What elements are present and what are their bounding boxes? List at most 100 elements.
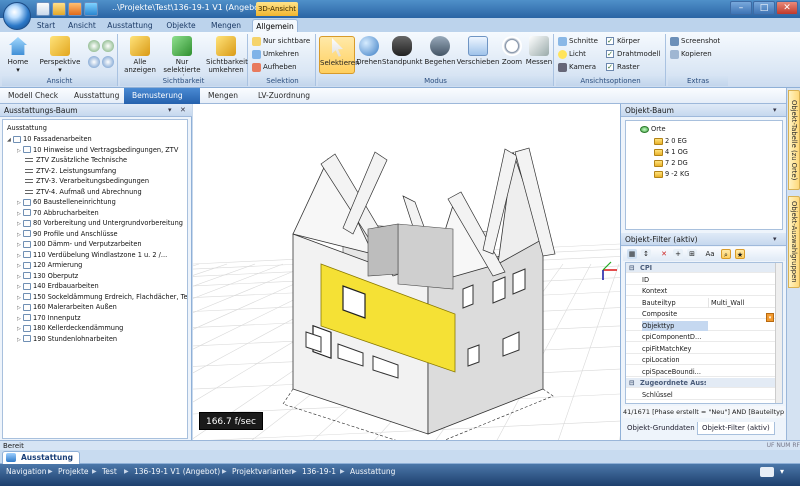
dropdown-icon[interactable]: ▾: [766, 313, 774, 322]
alle-anzeigen-button[interactable]: Alle anzeigen: [122, 36, 158, 74]
property-row[interactable]: Composite: [626, 309, 776, 319]
step-bemusterung[interactable]: Bemusterung: [124, 88, 200, 104]
begehen-button[interactable]: Begehen: [424, 36, 456, 66]
tab-ansicht[interactable]: Ansicht: [64, 19, 100, 32]
3d-viewport[interactable]: 166.7 f/sec: [193, 104, 620, 440]
property-row[interactable]: cpiFitMatchKey: [626, 344, 776, 354]
folder-icon[interactable]: [52, 2, 66, 16]
tree-item[interactable]: ▷ 170 Innenputz: [17, 313, 81, 323]
tree-item[interactable]: ZTV-2. Leistungsumfang: [25, 166, 116, 176]
car-icon[interactable]: [760, 467, 774, 477]
tab-start[interactable]: Start: [32, 19, 60, 32]
nav-ausstattung[interactable]: Ausstattung: [350, 464, 395, 486]
sichtbarkeit-umkehren-button[interactable]: Sichtbarkeit umkehren: [206, 36, 248, 74]
tab-objekt-filter[interactable]: Objekt-Filter (aktiv): [697, 422, 775, 435]
side-tab-objekt-auswahlgruppen[interactable]: Objekt-Auswahlgruppen: [788, 196, 800, 288]
tree-item[interactable]: ▷ 60 Baustelleneinrichtung: [17, 197, 116, 207]
tree-item[interactable]: ▷ 90 Profile und Anschlüsse: [17, 229, 118, 239]
tree-item[interactable]: ▷ 160 Malerarbeiten Außen: [17, 302, 117, 312]
tree-item[interactable]: ▷ 70 Abbrucharbeiten: [17, 208, 99, 218]
side-tab-objekt-tabelle[interactable]: Objekt-Tabelle (zu Orte): [788, 90, 800, 190]
grid-view-icon[interactable]: ▦: [627, 249, 637, 259]
tab-ausstattung[interactable]: Ausstattung: [104, 19, 156, 32]
umkehren-button[interactable]: Umkehren: [252, 49, 299, 60]
step-lv-zuordnung[interactable]: LV-Zuordnung: [250, 88, 330, 104]
nav-navigation[interactable]: Navigation: [6, 464, 46, 486]
tree-node-level[interactable]: 4 1 OG: [654, 147, 688, 157]
drahtmodell-checkbox[interactable]: ✓ Drahtmodell: [606, 49, 660, 60]
delete-icon[interactable]: ✕: [659, 249, 669, 259]
3d-scene[interactable]: [193, 104, 620, 440]
close-button[interactable]: ✕: [776, 1, 798, 15]
chevron-down-icon[interactable]: ▾: [780, 467, 792, 477]
tree-item[interactable]: ▷ 80 Vorbereitung und Untergrundvorbereit…: [17, 218, 183, 228]
add-icon[interactable]: +: [673, 249, 683, 259]
close-icon[interactable]: ✕: [180, 104, 186, 117]
nav-projekte[interactable]: Projekte: [58, 464, 89, 486]
raster-checkbox[interactable]: ✓ Raster: [606, 62, 640, 73]
tree-node-level[interactable]: 2 0 EG: [654, 136, 687, 146]
nur-sichtbare-button[interactable]: Nur sichtbare: [252, 36, 310, 47]
tree-item[interactable]: ▷ 120 Armierung: [17, 260, 82, 270]
search-icon[interactable]: ⌕: [721, 249, 731, 259]
property-row[interactable]: Bauteiltyp Multi_Wall: [626, 297, 776, 308]
edit-icon[interactable]: [68, 2, 82, 16]
nav-test[interactable]: Test: [102, 464, 117, 486]
tree-item[interactable]: ▷ 130 Oberputz: [17, 271, 78, 281]
tab-mengen[interactable]: Mengen: [206, 19, 246, 32]
app-menu-button[interactable]: [3, 2, 31, 30]
filter-icon[interactable]: ⊞: [687, 249, 697, 259]
tree-item[interactable]: ZTV-4. Aufmaß und Abrechnung: [25, 187, 142, 197]
zoom-in-icon[interactable]: [88, 56, 100, 68]
tree-item[interactable]: ◢ 10 Fassadenarbeiten: [7, 134, 92, 144]
property-grid[interactable]: ⊟ CPI ID Kontext Bauteiltyp Multi_Wall Composi…: [625, 262, 783, 404]
tree-item[interactable]: ▷ 140 Erdbauarbeiten: [17, 281, 99, 291]
aufheben-button[interactable]: Aufheben: [252, 62, 297, 73]
property-category[interactable]: ⊟ Zugeordnete Ausstattungen: [626, 378, 776, 388]
licht-button[interactable]: Licht: [558, 49, 586, 60]
kopieren-button[interactable]: Kopieren: [670, 49, 712, 60]
property-row[interactable]: Objekttyp: [626, 320, 776, 331]
messen-button[interactable]: Messen: [524, 36, 554, 66]
pin-icon[interactable]: ▾: [773, 233, 777, 246]
tree-item[interactable]: ▷ 180 Kellerdeckendämmung: [17, 323, 123, 333]
zoom-button[interactable]: Zoom: [500, 36, 524, 66]
nav-136-19-1[interactable]: 136-19-1: [302, 464, 336, 486]
zoom-out-icon[interactable]: [102, 56, 114, 68]
tree-view[interactable]: Ausstattung ◢ 10 Fassadenarbeiten ▷ 10 Hinwe…: [2, 119, 188, 439]
house-model[interactable]: [282, 147, 556, 440]
tab-objekte[interactable]: Objekte: [160, 19, 202, 32]
tab-objekt-grunddaten[interactable]: Objekt-Grunddaten: [623, 422, 699, 435]
step-mengen[interactable]: Mengen: [200, 88, 250, 104]
tree-item[interactable]: ZTV Zusätzliche Technische: [25, 155, 127, 165]
case-sensitive-button[interactable]: Aa: [703, 249, 717, 259]
tree-item[interactable]: ▷ 10 Hinweise und Vertragsbedingungen, ZT…: [17, 145, 178, 155]
sort-icon[interactable]: ↕: [641, 249, 651, 259]
minimize-button[interactable]: –: [730, 1, 752, 15]
property-value[interactable]: Multi_Wall: [708, 297, 774, 308]
tree-item[interactable]: ZTV-3. Verarbeitungsbedingungen: [25, 176, 149, 186]
verschieben-button[interactable]: Verschieben: [456, 36, 500, 66]
refresh-icon[interactable]: [84, 2, 98, 16]
step-modell-check[interactable]: Modell Check: [0, 88, 66, 104]
nav-variant[interactable]: 136-19-1 V1 (Angebot): [134, 464, 220, 486]
property-row[interactable]: ID: [626, 275, 776, 285]
highlight-icon[interactable]: ★: [735, 249, 745, 259]
pin-icon[interactable]: ▾: [168, 104, 172, 117]
home-button[interactable]: Home ▾: [4, 36, 32, 74]
schnitte-button[interactable]: Schnitte: [558, 36, 598, 47]
tree-node-orte[interactable]: Orte: [640, 124, 666, 134]
property-row[interactable]: cpiComponentD...: [626, 332, 776, 342]
save-icon[interactable]: [36, 2, 50, 16]
zoom-fit-icon[interactable]: [88, 40, 100, 52]
property-category[interactable]: ⊟ CPI: [626, 263, 776, 273]
property-row[interactable]: Schlüssel: [626, 390, 776, 400]
perspektive-button[interactable]: Perspektive ▾: [38, 36, 82, 74]
property-grid-scrollbar[interactable]: [775, 263, 782, 403]
tree-node-level[interactable]: 7 2 DG: [654, 158, 688, 168]
tree-item[interactable]: ▷ 190 Stundenlohnarbeiten: [17, 334, 117, 344]
screenshot-button[interactable]: Screenshot: [670, 36, 720, 47]
standpunkt-button[interactable]: Standpunkt: [382, 36, 422, 66]
koerper-checkbox[interactable]: ✓ Körper: [606, 36, 640, 47]
tab-allgemein[interactable]: Allgemein: [252, 19, 298, 32]
